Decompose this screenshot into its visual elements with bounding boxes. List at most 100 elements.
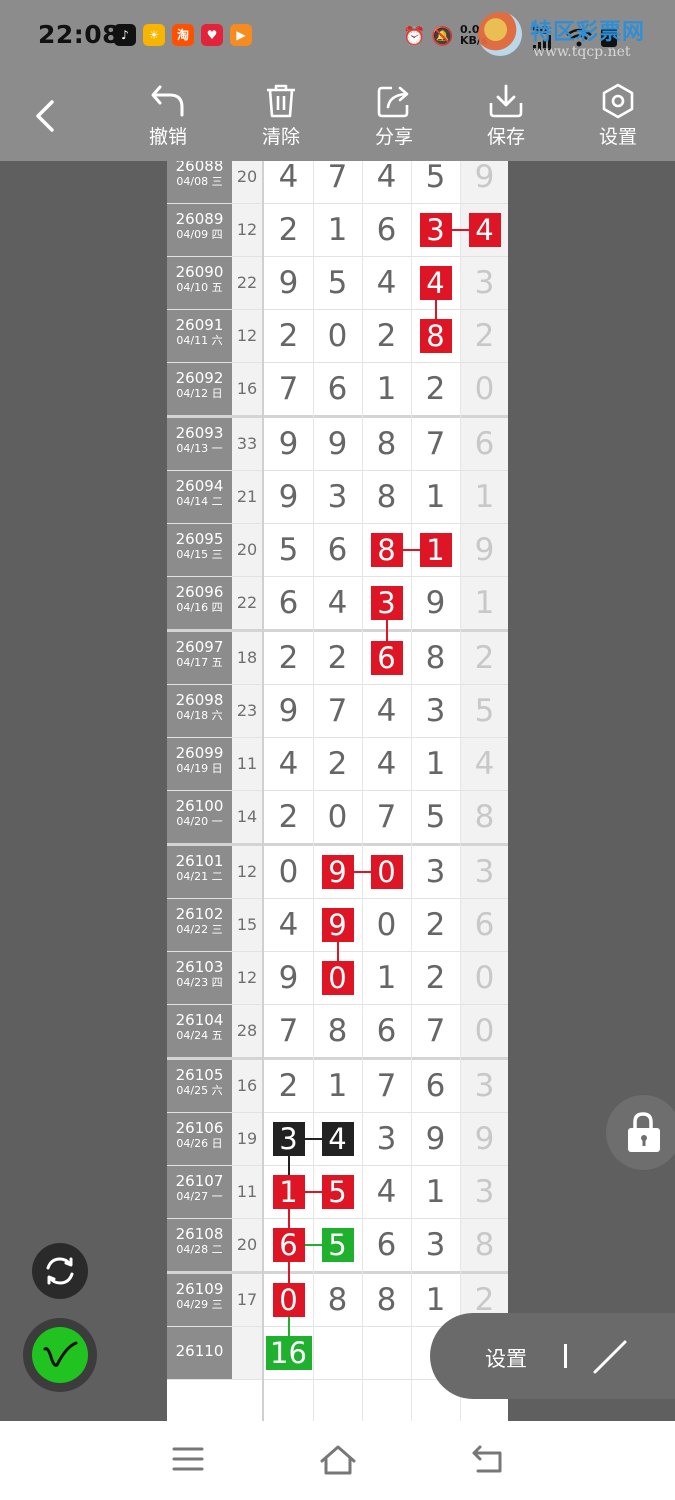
digit-cell[interactable]: 8 (362, 1274, 411, 1327)
digit-cell[interactable]: 4 (362, 738, 411, 791)
digit-cell[interactable]: 3 (411, 1219, 460, 1272)
digit-cell[interactable]: 7 (264, 1005, 313, 1058)
digit-cell[interactable]: 8 (411, 632, 460, 685)
menu-icon[interactable] (168, 1439, 208, 1479)
digit-cell[interactable]: 2 (264, 791, 313, 844)
digit-cell[interactable]: 3 (411, 685, 460, 738)
digit-cell[interactable]: 4 (362, 257, 411, 310)
digit-cell[interactable] (313, 1327, 362, 1380)
extra-digit-cell[interactable]: 9 (460, 1113, 508, 1166)
clear-button[interactable]: 清除 (246, 78, 316, 158)
extra-digit-cell[interactable]: 6 (460, 899, 508, 952)
extra-digit-cell[interactable]: 2 (460, 632, 508, 685)
extra-digit-cell[interactable]: 8 (460, 1219, 508, 1272)
back-button[interactable] (30, 96, 60, 136)
digit-cell[interactable]: 7 (362, 791, 411, 844)
digit-cell[interactable]: 4 (362, 685, 411, 738)
digit-cell[interactable]: 1 (411, 738, 460, 791)
digit-cell[interactable]: 5 (313, 257, 362, 310)
digit-cell[interactable]: 5 (411, 791, 460, 844)
home-icon[interactable] (318, 1439, 358, 1479)
digit-cell[interactable]: 9 (411, 1113, 460, 1166)
digit-cell[interactable]: 2 (264, 310, 313, 363)
digit-cell[interactable]: 2 (264, 632, 313, 685)
digit-cell[interactable]: 7 (362, 1060, 411, 1113)
extra-digit-cell[interactable]: 0 (460, 952, 508, 1005)
extra-digit-cell[interactable]: 3 (460, 1166, 508, 1219)
settings-button[interactable]: 设置 (583, 78, 653, 158)
digit-cell[interactable]: 2 (362, 310, 411, 363)
extra-digit-cell[interactable]: 1 (460, 577, 508, 630)
save-button[interactable]: 保存 (471, 78, 541, 158)
extra-digit-cell[interactable]: 6 (460, 418, 508, 471)
digit-cell[interactable]: 9 (264, 257, 313, 310)
digit-cell[interactable] (362, 1327, 411, 1380)
digit-cell[interactable]: 0 (264, 846, 313, 899)
digit-cell[interactable]: 9 (264, 471, 313, 524)
share-button[interactable]: 分享 (359, 78, 429, 158)
digit-cell[interactable]: 1 (313, 1060, 362, 1113)
digit-cell[interactable]: 2 (411, 952, 460, 1005)
extra-digit-cell[interactable]: 5 (460, 685, 508, 738)
digit-cell[interactable]: 6 (362, 1219, 411, 1272)
digit-cell[interactable]: 1 (313, 204, 362, 257)
digit-cell[interactable]: 7 (313, 161, 362, 204)
digit-cell[interactable]: 9 (313, 418, 362, 471)
digit-cell[interactable]: 6 (313, 363, 362, 416)
digit-cell[interactable]: 9 (264, 418, 313, 471)
digit-cell[interactable]: 5 (264, 524, 313, 577)
trend-grid[interactable]: 26088 04/08 三 20 4 7 4 5 9 26089 04/09 四 12 2 1 6 3 4 26… (167, 161, 508, 1421)
digit-cell[interactable]: 7 (264, 363, 313, 416)
extra-digit-cell[interactable]: 9 (460, 524, 508, 577)
digit-cell[interactable]: 9 (411, 577, 460, 630)
digit-cell[interactable]: 2 (313, 632, 362, 685)
digit-cell[interactable]: 4 (313, 577, 362, 630)
refresh-button[interactable] (32, 1243, 88, 1299)
digit-cell[interactable]: 8 (313, 1005, 362, 1058)
digit-cell[interactable]: 7 (411, 418, 460, 471)
digit-cell[interactable]: 2 (264, 204, 313, 257)
extra-digit-cell[interactable]: 8 (460, 791, 508, 844)
digit-cell[interactable]: 1 (362, 363, 411, 416)
extra-digit-cell[interactable]: 0 (460, 1005, 508, 1058)
digit-cell[interactable]: 4 (362, 1166, 411, 1219)
digit-cell[interactable]: 4 (264, 899, 313, 952)
undo-button[interactable]: 撤销 (133, 78, 203, 158)
digit-cell[interactable]: 2 (264, 1060, 313, 1113)
digit-cell[interactable]: 7 (313, 685, 362, 738)
digit-cell[interactable]: 9 (264, 952, 313, 1005)
digit-cell[interactable]: 1 (411, 471, 460, 524)
digit-cell[interactable]: 0 (313, 310, 362, 363)
digit-cell[interactable]: 2 (313, 738, 362, 791)
digit-cell[interactable]: 0 (313, 791, 362, 844)
digit-cell[interactable]: 1 (411, 1166, 460, 1219)
digit-cell[interactable]: 1 (362, 952, 411, 1005)
digit-cell[interactable]: 6 (313, 524, 362, 577)
back-nav-icon[interactable] (468, 1439, 508, 1479)
extra-digit-cell[interactable]: 9 (460, 161, 508, 204)
digit-cell[interactable]: 9 (264, 685, 313, 738)
digit-cell[interactable]: 6 (362, 1005, 411, 1058)
digit-cell[interactable]: 6 (411, 1060, 460, 1113)
lock-button[interactable] (606, 1095, 675, 1170)
extra-digit-cell[interactable]: 3 (460, 257, 508, 310)
extra-digit-cell[interactable]: 3 (460, 846, 508, 899)
digit-cell[interactable]: 7 (411, 1005, 460, 1058)
digit-cell[interactable]: 4 (362, 161, 411, 204)
digit-cell[interactable]: 8 (313, 1274, 362, 1327)
extra-digit-cell[interactable]: 2 (460, 310, 508, 363)
pen-mode-button[interactable] (23, 1318, 97, 1392)
digit-cell[interactable]: 4 (264, 161, 313, 204)
digit-cell[interactable]: 2 (411, 899, 460, 952)
line-tool-icon[interactable] (592, 1339, 628, 1375)
pill-settings-button[interactable]: 设置 (485, 1343, 527, 1373)
extra-digit-cell[interactable]: 1 (460, 471, 508, 524)
extra-digit-cell[interactable]: 3 (460, 1060, 508, 1113)
digit-cell[interactable]: 3 (411, 846, 460, 899)
digit-cell[interactable]: 6 (264, 577, 313, 630)
digit-cell[interactable]: 8 (362, 418, 411, 471)
digit-cell[interactable]: 5 (411, 161, 460, 204)
digit-cell[interactable]: 0 (362, 899, 411, 952)
digit-cell[interactable]: 3 (313, 471, 362, 524)
digit-cell[interactable]: 2 (411, 363, 460, 416)
